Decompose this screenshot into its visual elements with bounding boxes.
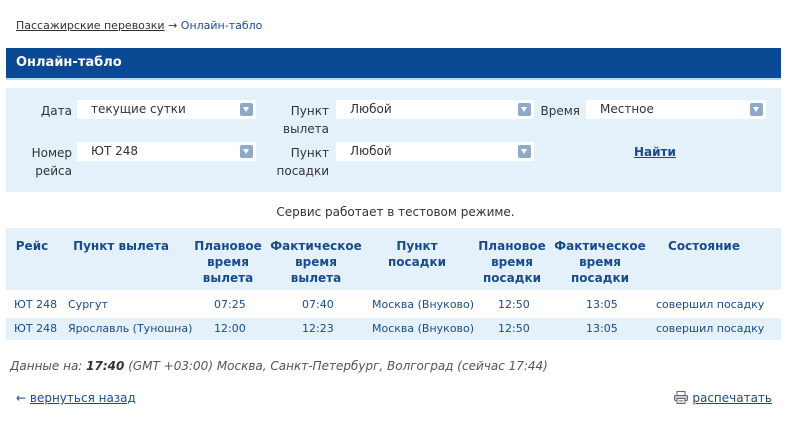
cell-actual-arrival: 13:05 <box>586 322 618 335</box>
cell-planned-departure: 12:00 <box>214 322 246 335</box>
page-title-bar: Онлайн-табло <box>6 48 781 80</box>
cell-actual-departure: 12:23 <box>302 322 334 335</box>
col-planned-departure-l1: Плановое <box>194 239 262 253</box>
departure-label: Пункт вылета <box>272 102 329 138</box>
col-actual-arrival-l2: время <box>579 255 621 269</box>
col-arrival-point: Пункт посадки <box>388 239 446 269</box>
cell-flight: ЮТ 248 <box>14 298 58 311</box>
test-mode-notice: Сервис работает в тестовом режиме. <box>276 205 515 219</box>
back-link[interactable]: ← вернуться назад <box>16 391 136 405</box>
time-select[interactable]: Местное <box>586 100 766 119</box>
col-actual-departure: Фактическое время вылета <box>270 238 362 286</box>
flight-number-select[interactable]: ЮТ 248 <box>77 142 256 161</box>
print-link[interactable]: распечатать <box>674 391 772 405</box>
chevron-down-icon[interactable] <box>518 103 531 116</box>
cell-actual-departure: 07:40 <box>302 298 334 311</box>
flight-number-label-line1: Номер <box>31 146 72 160</box>
chevron-down-icon[interactable] <box>750 103 763 116</box>
col-status: Состояние <box>668 239 740 253</box>
col-departure-point: Пункт вылета <box>73 239 169 253</box>
data-timezone: (GMT +03:00) Москва, Санкт-Петербург, Во… <box>128 359 548 373</box>
page-title: Онлайн-табло <box>16 55 122 70</box>
arrival-select-value: Любой <box>350 144 392 158</box>
col-planned-arrival-l2: время <box>491 255 533 269</box>
find-button[interactable]: Найти <box>634 145 676 159</box>
col-planned-departure-l2: время <box>207 255 249 269</box>
col-actual-departure-l3: вылета <box>290 271 342 285</box>
cell-status: совершил посадку <box>656 298 765 311</box>
date-select[interactable]: текущие сутки <box>77 100 256 119</box>
flight-number-label: Номер рейса <box>22 144 72 180</box>
cell-planned-arrival: 12:50 <box>498 322 530 335</box>
col-planned-arrival-l1: Плановое <box>478 239 546 253</box>
chevron-down-icon[interactable] <box>240 103 253 116</box>
col-actual-arrival: Фактическое время посадки <box>554 238 646 286</box>
chevron-down-icon[interactable] <box>518 145 531 158</box>
printer-icon[interactable] <box>674 391 689 404</box>
arrival-label: Пункт посадки <box>272 144 329 180</box>
data-time: 17:40 <box>86 359 125 373</box>
cell-planned-departure: 07:25 <box>214 298 246 311</box>
cell-arrival-point: Москва (Внуково) <box>372 298 475 311</box>
time-label: Время <box>540 104 580 118</box>
breadcrumb-link-passenger[interactable]: Пассажирские перевозки <box>16 19 165 32</box>
flight-number-select-value: ЮТ 248 <box>91 144 139 158</box>
col-actual-arrival-l3: посадки <box>571 271 629 285</box>
flight-number-label-line2: рейса <box>35 164 72 178</box>
date-label: Дата <box>40 104 72 118</box>
cell-planned-arrival: 12:50 <box>498 298 530 311</box>
departure-label-line2: вылета <box>283 122 329 136</box>
col-planned-departure: Плановое время вылета <box>190 238 266 286</box>
col-actual-departure-l2: время <box>295 255 337 269</box>
col-flight: Рейс <box>15 239 49 253</box>
col-actual-arrival-l1: Фактическое <box>554 239 646 253</box>
breadcrumb: Пассажирские перевозки → Онлайн-табло <box>16 19 262 32</box>
time-select-value: Местное <box>600 102 654 116</box>
cell-arrival-point: Москва (Внуково) <box>372 322 475 335</box>
breadcrumb-current: Онлайн-табло <box>180 19 263 32</box>
arrival-label-line1: Пункт <box>290 146 329 160</box>
back-link-label[interactable]: вернуться назад <box>30 391 136 405</box>
departure-select-value: Любой <box>350 102 392 116</box>
arrival-label-line2: посадки <box>276 164 329 178</box>
cell-flight: ЮТ 248 <box>14 322 58 335</box>
arrival-select[interactable]: Любой <box>336 142 534 161</box>
col-actual-departure-l1: Фактическое <box>270 239 362 253</box>
cell-departure-point: Ярославль (Туношна) <box>68 322 193 335</box>
chevron-down-icon[interactable] <box>240 145 253 158</box>
arrow-left-icon: ← <box>16 391 27 405</box>
date-select-value: текущие сутки <box>91 102 186 116</box>
departure-label-line1: Пункт <box>290 104 329 118</box>
col-planned-departure-l3: вылета <box>202 271 254 285</box>
col-planned-arrival-l3: посадки <box>483 271 541 285</box>
cell-departure-point: Сургут <box>68 298 108 311</box>
data-on-label: Данные на: <box>10 359 83 373</box>
print-link-label[interactable]: распечатать <box>692 391 772 405</box>
departure-select[interactable]: Любой <box>336 100 534 119</box>
cell-actual-arrival: 13:05 <box>586 298 618 311</box>
col-planned-arrival: Плановое время посадки <box>474 238 550 286</box>
data-timestamp-note: Данные на: 17:40 (GMT +03:00) Москва, Са… <box>10 359 548 373</box>
breadcrumb-separator: → <box>168 19 178 32</box>
cell-status: совершил посадку <box>656 322 765 335</box>
